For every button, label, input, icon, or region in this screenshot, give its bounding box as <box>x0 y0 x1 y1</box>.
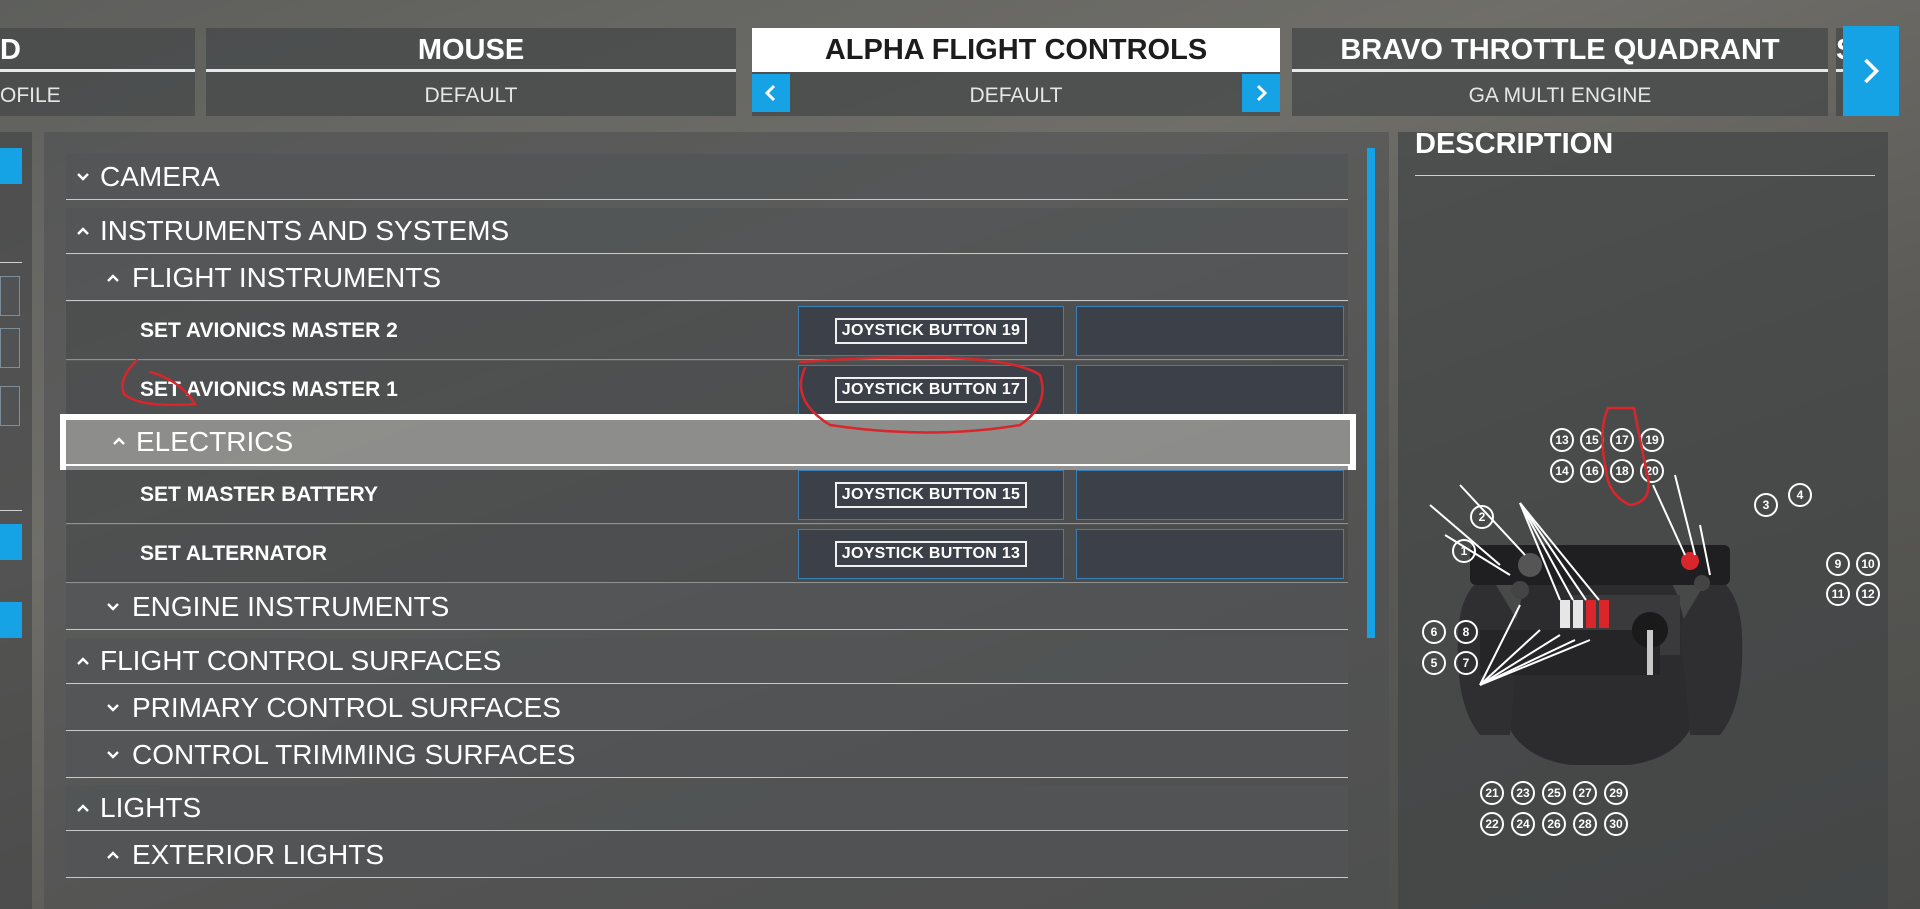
device-profile: DEFAULT <box>969 84 1063 107</box>
device-name: BRAVO THROTTLE QUADRANT <box>1292 28 1828 72</box>
chevron-down-icon <box>107 603 119 611</box>
tab-device-partial-left[interactable]: D OFILE <box>0 28 195 116</box>
divider <box>1415 175 1875 176</box>
binding-row-alternator[interactable]: SET ALTERNATOR JOYSTICK BUTTON 13 <box>66 525 1348 583</box>
category-label: FLIGHT CONTROL SURFACES <box>100 645 502 676</box>
chevron-right-icon <box>1864 58 1880 84</box>
category-flight-control-surfaces[interactable]: FLIGHT CONTROL SURFACES <box>66 638 1348 684</box>
device-tabs: D OFILE MOUSE DEFAULT ALPHA FLIGHT CONTR… <box>0 28 1900 118</box>
device-profile: DEFAULT <box>424 84 518 107</box>
chevron-up-icon <box>77 227 89 235</box>
binding-row-avionics-master-1[interactable]: SET AVIONICS MASTER 1 JOYSTICK BUTTON 17 <box>66 361 1348 419</box>
subcategory-label: CONTROL TRIMMING SURFACES <box>132 739 576 770</box>
category-instruments-and-systems[interactable]: INSTRUMENTS AND SYSTEMS <box>66 208 1348 254</box>
chevron-up-icon <box>77 804 89 812</box>
device-name: MOUSE <box>206 28 736 72</box>
subcategory-label: ENGINE INSTRUMENTS <box>132 591 450 622</box>
device-profile: GA MULTI ENGINE <box>1468 84 1652 107</box>
binding-slot-primary[interactable]: JOYSTICK BUTTON 17 <box>798 365 1064 415</box>
chevron-right-icon <box>1256 84 1268 102</box>
category-lights[interactable]: LIGHTS <box>66 785 1348 831</box>
tab-mouse[interactable]: MOUSE DEFAULT <box>206 28 736 116</box>
chevron-up-icon <box>107 851 119 859</box>
binding-chip: JOYSTICK BUTTON 15 <box>834 482 1028 508</box>
binding-chip: JOYSTICK BUTTON 13 <box>834 541 1028 567</box>
next-device-button[interactable] <box>1843 26 1899 116</box>
binding-slot-secondary[interactable] <box>1076 529 1344 579</box>
binding-slot-secondary[interactable] <box>1076 306 1344 356</box>
tab-alpha-flight-controls[interactable]: ALPHA FLIGHT CONTROLS DEFAULT <box>752 28 1280 116</box>
subcategory-control-trimming-surfaces[interactable]: CONTROL TRIMMING SURFACES <box>66 732 1348 778</box>
divider <box>0 262 22 263</box>
category-label: INSTRUMENTS AND SYSTEMS <box>100 215 510 246</box>
binding-label: SET AVIONICS MASTER 1 <box>140 378 398 401</box>
left-panel-button[interactable] <box>0 148 22 184</box>
subcategory-label: EXTERIOR LIGHTS <box>132 839 385 870</box>
binding-row-master-battery[interactable]: SET MASTER BATTERY JOYSTICK BUTTON 15 <box>66 466 1348 524</box>
binding-row-avionics-master-2[interactable]: SET AVIONICS MASTER 2 JOYSTICK BUTTON 19 <box>66 302 1348 360</box>
left-panel-button[interactable] <box>0 524 22 560</box>
category-label: CAMERA <box>100 161 220 192</box>
chevron-left-icon <box>764 84 776 102</box>
subcategory-label: ELECTRICS <box>136 426 294 457</box>
binding-label: SET ALTERNATOR <box>140 542 328 565</box>
profile-next-button[interactable] <box>1242 74 1280 112</box>
binding-slot-secondary[interactable] <box>1076 470 1344 520</box>
binding-chip: JOYSTICK BUTTON 19 <box>834 318 1028 344</box>
binding-chip: JOYSTICK BUTTON 17 <box>834 377 1028 403</box>
subcategory-exterior-lights[interactable]: EXTERIOR LIGHTS <box>66 832 1348 878</box>
divider <box>0 510 22 511</box>
chevron-up-icon <box>113 437 125 445</box>
binding-slot-primary[interactable]: JOYSTICK BUTTON 15 <box>798 470 1064 520</box>
subcategory-engine-instruments[interactable]: ENGINE INSTRUMENTS <box>66 584 1348 630</box>
category-camera[interactable]: CAMERA <box>66 154 1348 200</box>
yoke-diagram <box>1429 474 1743 765</box>
bindings-scrollbar[interactable] <box>1367 148 1375 638</box>
profile-prev-button[interactable] <box>752 74 790 112</box>
chevron-down-icon <box>107 704 119 712</box>
binding-slot-secondary[interactable] <box>1076 365 1344 415</box>
chevron-down-icon <box>107 751 119 759</box>
chevron-up-icon <box>77 657 89 665</box>
subcategory-label: FLIGHT INSTRUMENTS <box>132 262 442 293</box>
binding-label: SET AVIONICS MASTER 2 <box>140 319 398 342</box>
left-panel-checkbox[interactable] <box>0 386 20 426</box>
device-profile: OFILE <box>0 84 61 107</box>
left-panel-option[interactable] <box>0 328 20 368</box>
device-name: D <box>0 28 195 72</box>
tab-bravo-throttle-quadrant[interactable]: BRAVO THROTTLE QUADRANT GA MULTI ENGINE <box>1292 28 1828 116</box>
binding-slot-primary[interactable]: JOYSTICK BUTTON 13 <box>798 529 1064 579</box>
device-name: ALPHA FLIGHT CONTROLS <box>752 28 1280 72</box>
subcategory-label: PRIMARY CONTROL SURFACES <box>132 692 561 723</box>
subcategory-flight-instruments[interactable]: FLIGHT INSTRUMENTS <box>66 255 1348 301</box>
category-label: LIGHTS <box>100 792 202 823</box>
left-panel-button[interactable] <box>0 602 22 638</box>
chevron-down-icon <box>77 173 89 181</box>
left-panel-partial <box>0 132 32 909</box>
description-title: DESCRIPTION <box>1415 128 1614 160</box>
left-panel-option[interactable] <box>0 276 20 316</box>
binding-slot-primary[interactable]: JOYSTICK BUTTON 19 <box>798 306 1064 356</box>
chevron-up-icon <box>107 274 119 282</box>
subcategory-primary-control-surfaces[interactable]: PRIMARY CONTROL SURFACES <box>66 685 1348 731</box>
binding-label: SET MASTER BATTERY <box>140 483 379 506</box>
subcategory-electrics-selected[interactable]: ELECTRICS <box>60 414 1356 470</box>
